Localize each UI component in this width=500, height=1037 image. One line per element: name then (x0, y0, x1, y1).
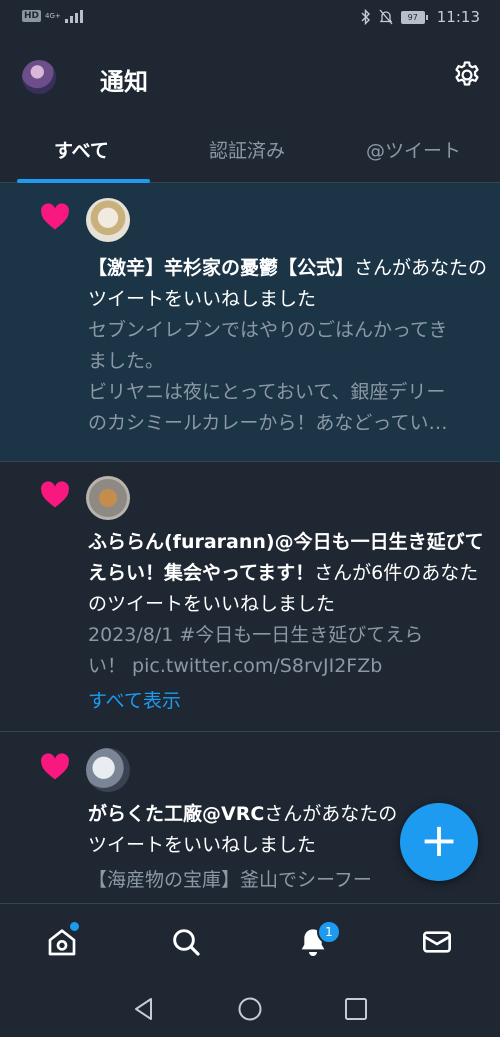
user-avatar[interactable] (86, 198, 130, 242)
mute-bell-icon (379, 9, 393, 25)
snippet-line: のカシミールカレーから！あなどってい… (88, 412, 448, 434)
notification-item[interactable]: ふららん(furarann)@今日も一日生き延びてえらい！集会やってます！さんが… (0, 461, 500, 732)
bottom-nav: 1 (0, 903, 500, 982)
clock: 11:13 (436, 8, 480, 26)
network-type: 4G+ (45, 12, 61, 20)
user-name[interactable]: 【激辛】辛杉家の憂鬱【公式】 (88, 257, 354, 279)
status-bar: HD 4G+ 97 11:13 (0, 0, 500, 38)
user-avatar[interactable] (86, 748, 130, 792)
tweet-snippet: セブンイレブンではやりのごはんかってき ました。 ビリヤニは夜にとっておいて、銀… (88, 315, 488, 439)
recents-square-icon[interactable] (342, 995, 370, 1023)
heart-icon (40, 481, 70, 509)
settings-gear-icon[interactable] (452, 60, 482, 90)
notification-item[interactable]: 【激辛】辛杉家の憂鬱【公式】さんがあなたのツイートをいいねしました セブンイレブ… (0, 183, 500, 462)
back-icon[interactable] (130, 995, 158, 1023)
battery-icon: 97 (400, 10, 428, 24)
notification-tabs: すべて 認証済み @ツイート (0, 118, 500, 183)
hd-indicator: HD (22, 10, 42, 22)
tweet-snippet: 2023/8/1 #今日も一日生き延びてえら い！ pic.twitter.co… (88, 620, 488, 682)
home-circle-icon[interactable] (236, 995, 264, 1023)
messages-envelope-icon[interactable] (421, 926, 455, 960)
notification-text: がらくた工廠@VRCさんがあなたのツイートをいいねしました (88, 799, 398, 861)
account-avatar[interactable] (22, 60, 56, 94)
tab-all[interactable]: すべて (54, 136, 109, 163)
notification-text: 【激辛】辛杉家の憂鬱【公式】さんがあなたのツイートをいいねしました (88, 253, 488, 315)
tab-verified[interactable]: 認証済み (209, 136, 285, 163)
signal-icon (64, 9, 83, 23)
snippet-line: セブンイレブンではやりのごはんかってき (88, 319, 448, 341)
heart-icon (40, 753, 70, 781)
notifications-count-badge: 1 (317, 920, 341, 944)
notification-text: ふららん(furarann)@今日も一日生き延びてえらい！集会やってます！さんが… (88, 527, 488, 620)
notifications-bell-icon[interactable]: 1 (297, 920, 341, 960)
tab-mentions[interactable]: @ツイート (366, 136, 461, 163)
compose-tweet-button[interactable]: + (400, 803, 478, 881)
system-nav-bar (0, 981, 500, 1037)
home-unread-dot (70, 922, 79, 931)
bluetooth-icon (361, 9, 371, 25)
snippet-line: い！ pic.twitter.com/S8rvJI2FZb (88, 655, 383, 677)
page-title: 通知 (100, 68, 148, 96)
top-bar: 通知 (0, 38, 500, 118)
snippet-line: ビリヤニは夜にとっておいて、銀座デリー (88, 381, 446, 403)
home-icon[interactable] (46, 922, 80, 960)
status-bar-left: HD 4G+ (22, 9, 83, 23)
snippet-line: ました。 (88, 350, 165, 372)
snippet-line: 2023/8/1 #今日も一日生き延びてえら (88, 624, 424, 646)
user-name[interactable]: がらくた工廠@VRC (88, 803, 264, 825)
heart-icon (40, 203, 70, 231)
app-screen: HD 4G+ 97 11:13 通知 すべて 認証済み @ツイート 【激辛】辛杉… (0, 0, 500, 1037)
status-bar-right: 97 11:13 (361, 8, 480, 26)
user-avatar[interactable] (86, 476, 130, 520)
search-icon[interactable] (170, 926, 204, 960)
show-all-link[interactable]: すべて表示 (88, 686, 488, 717)
